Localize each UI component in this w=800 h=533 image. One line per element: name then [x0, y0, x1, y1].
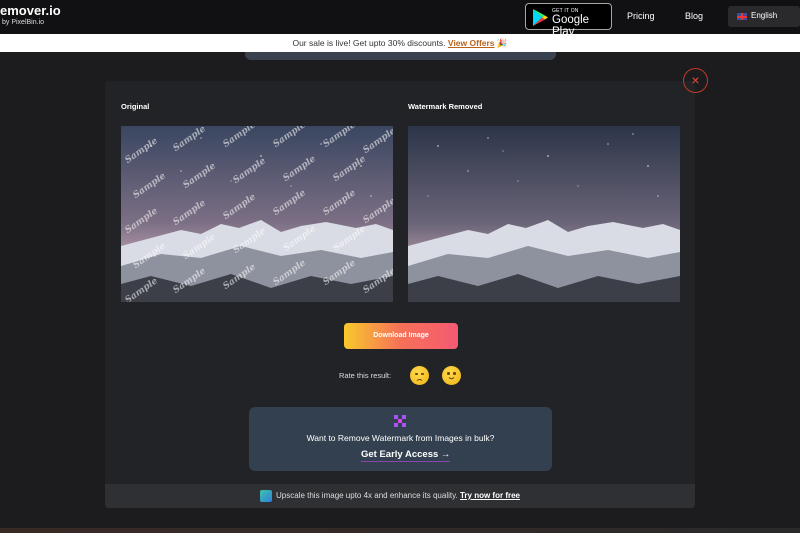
sale-banner: Our sale is live! Get upto 30% discounts… — [0, 34, 800, 52]
language-selector[interactable]: English — [728, 6, 800, 27]
bulk-removal-card: Want to Remove Watermark from Images in … — [249, 407, 552, 471]
sad-face-icon[interactable] — [410, 366, 429, 385]
party-icon: 🎉 — [496, 38, 508, 48]
watermark-removed-label: Watermark Removed — [408, 102, 483, 111]
bulk-text: Want to Remove Watermark from Images in … — [306, 433, 495, 443]
language-label: English — [751, 11, 778, 20]
upscale-banner: Upscale this image upto 4x and enhance i… — [105, 484, 695, 508]
upscale-text: Upscale this image upto 4x and enhance i… — [276, 491, 520, 500]
happy-face-icon[interactable] — [442, 366, 461, 385]
sale-text: Our sale is live! Get upto 30% discounts… — [292, 38, 446, 48]
original-label: Original — [121, 102, 150, 111]
uk-flag-icon — [737, 13, 747, 20]
page-bottom-strip — [0, 528, 800, 533]
brand-byline: by PixelBin.io — [2, 19, 45, 26]
nav-pricing[interactable]: Pricing — [627, 11, 655, 21]
try-now-link[interactable]: Try now for free — [460, 491, 520, 500]
get-early-access-link[interactable]: Get Early Access → — [361, 449, 451, 462]
view-offers-link[interactable]: View Offers — [448, 38, 495, 48]
upscale-description: Upscale this image upto 4x and enhance i… — [276, 491, 458, 500]
close-icon[interactable]: × — [683, 68, 708, 93]
google-play-badge[interactable]: GET IT ON Google Play — [525, 3, 612, 38]
upscale-icon — [260, 490, 272, 502]
download-image-button[interactable]: Download Image — [344, 323, 458, 349]
nav-blog[interactable]: Blog — [685, 11, 703, 21]
pixel-cross-icon — [394, 415, 406, 427]
top-navigation-bar: emover.io by PixelBin.io GET IT ON Googl… — [0, 0, 800, 38]
original-image: Sample Sample Sample Sample Sample Sampl… — [121, 126, 393, 302]
rate-label: Rate this result: — [339, 371, 392, 380]
brand-logo[interactable]: emover.io by PixelBin.io — [0, 4, 61, 27]
background-upload-strip — [245, 52, 556, 60]
google-play-icon — [533, 9, 548, 26]
brand-name: emover.io — [0, 3, 61, 18]
arrow-right-icon: → — [440, 449, 451, 460]
early-access-label: Get Early Access — [361, 449, 439, 460]
watermark-removed-image — [408, 126, 680, 302]
watermark-overlay: Sample Sample Sample Sample Sample Sampl… — [123, 126, 393, 302]
